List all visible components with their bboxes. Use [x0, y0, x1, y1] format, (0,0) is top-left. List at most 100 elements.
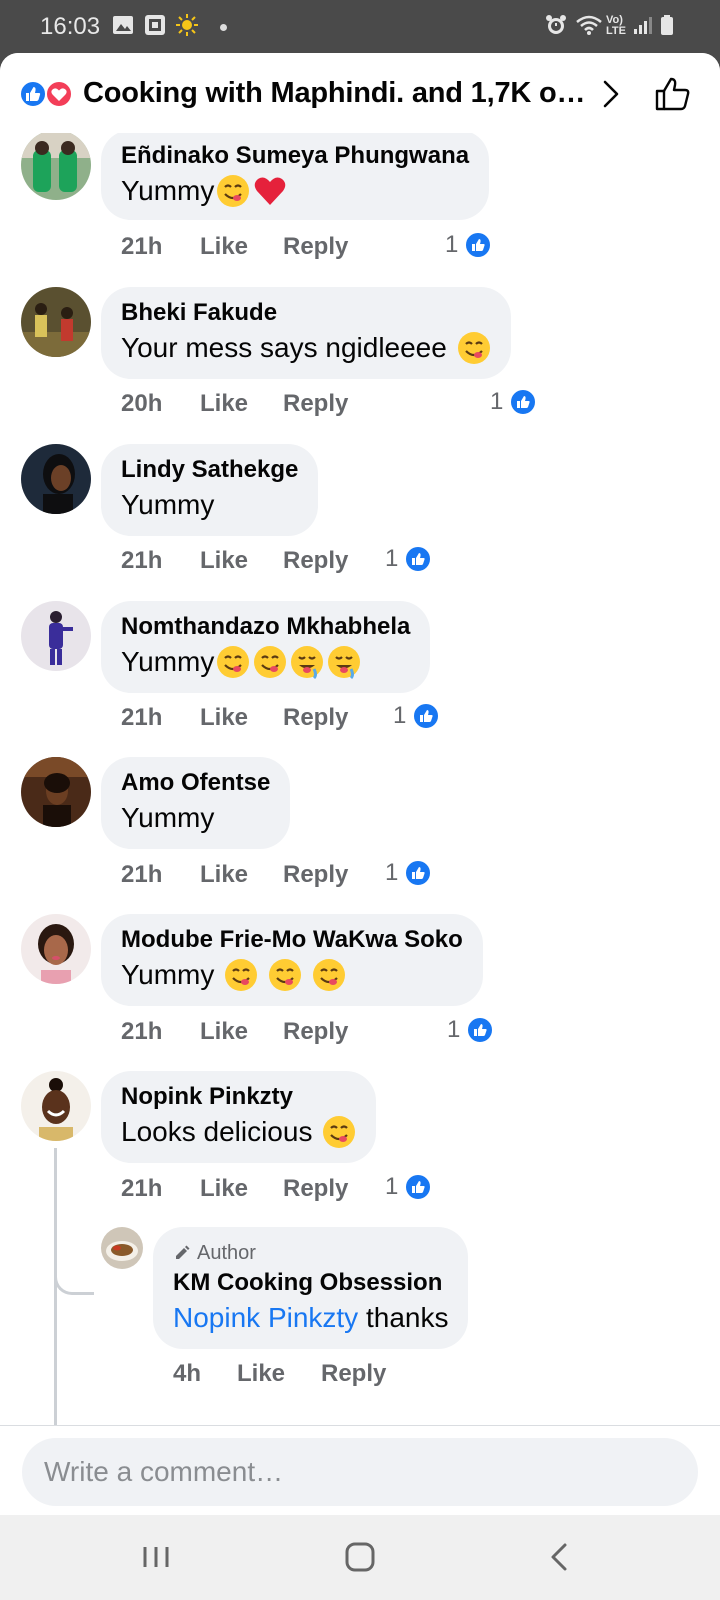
comment-like-count[interactable]: 1: [445, 231, 493, 259]
comment-bubble[interactable]: Nomthandazo Mkhabhela Yummy: [101, 601, 431, 693]
alarm-icon: [546, 15, 566, 34]
avatar[interactable]: [21, 914, 91, 984]
comment-text-body: Yummy: [121, 489, 215, 520]
like-action-button[interactable]: Like: [200, 861, 248, 889]
comment-like-count[interactable]: 1: [385, 545, 433, 573]
savoring-face-emoji: [457, 332, 490, 364]
comment-text-body: Your mess says ngidleeee: [121, 332, 455, 363]
home-icon[interactable]: [338, 1535, 382, 1579]
comment-bubble[interactable]: Bheki Fakude Your mess says ngidleeee: [101, 287, 511, 379]
comment-input[interactable]: Write a comment…: [22, 1438, 698, 1506]
like-count-number: 1: [447, 1016, 461, 1043]
author-badge-label: Author: [197, 1242, 256, 1264]
commenter-name[interactable]: Lindy Sathekge: [121, 454, 298, 486]
comment-text-body: Yummy: [121, 646, 215, 677]
reply-action-button[interactable]: Reply: [283, 1175, 348, 1203]
comment-actions: 21h Like Reply: [121, 861, 381, 891]
comment-bubble[interactable]: Modube Frie-Mo WaKwa Soko Yummy: [101, 914, 483, 1006]
like-action-button[interactable]: Like: [200, 233, 248, 261]
comment-actions: 20h Like Reply: [121, 390, 381, 420]
comment-text: Yummy: [121, 956, 463, 994]
commenter-name[interactable]: Eñdinako Sumeya Phungwana: [121, 140, 469, 172]
pencil-icon: [176, 1245, 190, 1259]
reply-bubble[interactable]: Author KM Cooking Obsession Nopink Pinkz…: [153, 1227, 469, 1349]
comment-like-count[interactable]: 1: [385, 859, 433, 887]
comment-text-body: Yummy: [121, 959, 223, 990]
comment-text: Looks delicious: [121, 1113, 356, 1151]
avatar[interactable]: [21, 757, 91, 827]
comment-like-count[interactable]: 1: [393, 702, 441, 730]
commenter-name[interactable]: Modube Frie-Mo WaKwa Soko: [121, 924, 463, 956]
reactions-header[interactable]: Cooking with Maphindi. and 1,7K o…: [0, 53, 720, 133]
reply-action-button[interactable]: Reply: [283, 233, 348, 261]
like-action-button[interactable]: Like: [200, 547, 248, 575]
avatar[interactable]: [21, 130, 91, 200]
comment-actions: 21h Like Reply: [121, 233, 381, 263]
status-time: 16:03: [40, 13, 101, 40]
comment-time: 20h: [121, 390, 163, 417]
comment-text: Your mess says ngidleeee: [121, 329, 491, 367]
avatar[interactable]: [101, 1227, 143, 1269]
reactions-title[interactable]: Cooking with Maphindi. and 1,7K o…: [83, 77, 588, 110]
reply-action-button[interactable]: Reply: [283, 861, 348, 889]
reply-action-button[interactable]: Reply: [283, 547, 348, 575]
comment-like-count[interactable]: 1: [447, 1016, 495, 1044]
savoring-face-emoji: [313, 959, 346, 991]
like-badge-icon: [404, 1173, 433, 1201]
like-badge-icon: [404, 859, 433, 887]
recent-apps-icon[interactable]: [134, 1535, 178, 1579]
chevron-right-icon[interactable]: [600, 79, 622, 109]
like-count-number: 1: [445, 231, 459, 258]
thread-elbow: [54, 1271, 94, 1295]
comment-text-body: Yummy: [121, 802, 215, 833]
like-action-button[interactable]: Like: [200, 1018, 248, 1046]
commenter-name[interactable]: Nopink Pinkzty: [121, 1081, 356, 1113]
battery-icon: [661, 15, 673, 35]
comment-text: Yummy: [121, 486, 298, 524]
wifi-icon: [576, 15, 602, 35]
like-count-number: 1: [385, 859, 399, 886]
reply-action-button[interactable]: Reply: [283, 704, 348, 732]
comments-sheet: Eñdinako Sumeya Phungwana Yummy 21h Like…: [0, 53, 720, 1515]
weather-sun-icon: [176, 14, 198, 36]
signal-icon: [634, 17, 652, 34]
savoring-face-emoji: [225, 959, 258, 991]
like-count-number: 1: [393, 702, 407, 729]
comment-bubble[interactable]: Lindy Sathekge Yummy: [101, 444, 319, 536]
like-action-button[interactable]: Like: [200, 390, 248, 418]
back-icon[interactable]: [538, 1535, 582, 1579]
avatar[interactable]: [21, 444, 91, 514]
commenter-name[interactable]: Amo Ofentse: [121, 767, 270, 799]
comment-list[interactable]: Eñdinako Sumeya Phungwana Yummy 21h Like…: [0, 53, 720, 1448]
reply-action-button[interactable]: Reply: [321, 1360, 386, 1388]
red-heart-emoji: [255, 177, 286, 205]
commenter-name[interactable]: Nomthandazo Mkhabhela: [121, 611, 410, 643]
comment-text: Yummy: [121, 799, 270, 837]
commenter-name[interactable]: Bheki Fakude: [121, 297, 491, 329]
like-action-button[interactable]: Like: [200, 704, 248, 732]
replier-name[interactable]: KM Cooking Obsession: [173, 1267, 448, 1299]
savoring-face-emoji: [217, 646, 250, 678]
reply-action-button[interactable]: Reply: [283, 1018, 348, 1046]
mention-link[interactable]: Nopink Pinkzty: [173, 1299, 358, 1337]
avatar[interactable]: [21, 287, 91, 357]
system-nav-bar: [0, 1515, 720, 1600]
gallery-icon: [113, 16, 133, 34]
comment-bubble[interactable]: Eñdinako Sumeya Phungwana Yummy: [101, 130, 490, 220]
thumbs-up-outline-icon[interactable]: [654, 75, 692, 113]
reply-action-button[interactable]: Reply: [283, 390, 348, 418]
like-action-button[interactable]: Like: [200, 1175, 248, 1203]
comment-bubble[interactable]: Nopink Pinkzty Looks delicious: [101, 1071, 377, 1163]
avatar[interactable]: [21, 1071, 91, 1141]
notification-dot: [220, 24, 227, 31]
comment-actions: 21h Like Reply: [121, 704, 381, 734]
comment-text-body: Looks delicious: [121, 1116, 321, 1147]
comment-time: 21h: [121, 1018, 163, 1045]
avatar[interactable]: [21, 601, 91, 671]
comment-bubble[interactable]: Amo Ofentse Yummy: [101, 757, 291, 849]
drooling-face-emoji: [328, 646, 361, 679]
comment-like-count[interactable]: 1: [385, 1173, 433, 1201]
comment-time: 21h: [121, 547, 163, 574]
like-action-button[interactable]: Like: [237, 1360, 285, 1388]
comment-like-count[interactable]: 1: [490, 388, 538, 416]
